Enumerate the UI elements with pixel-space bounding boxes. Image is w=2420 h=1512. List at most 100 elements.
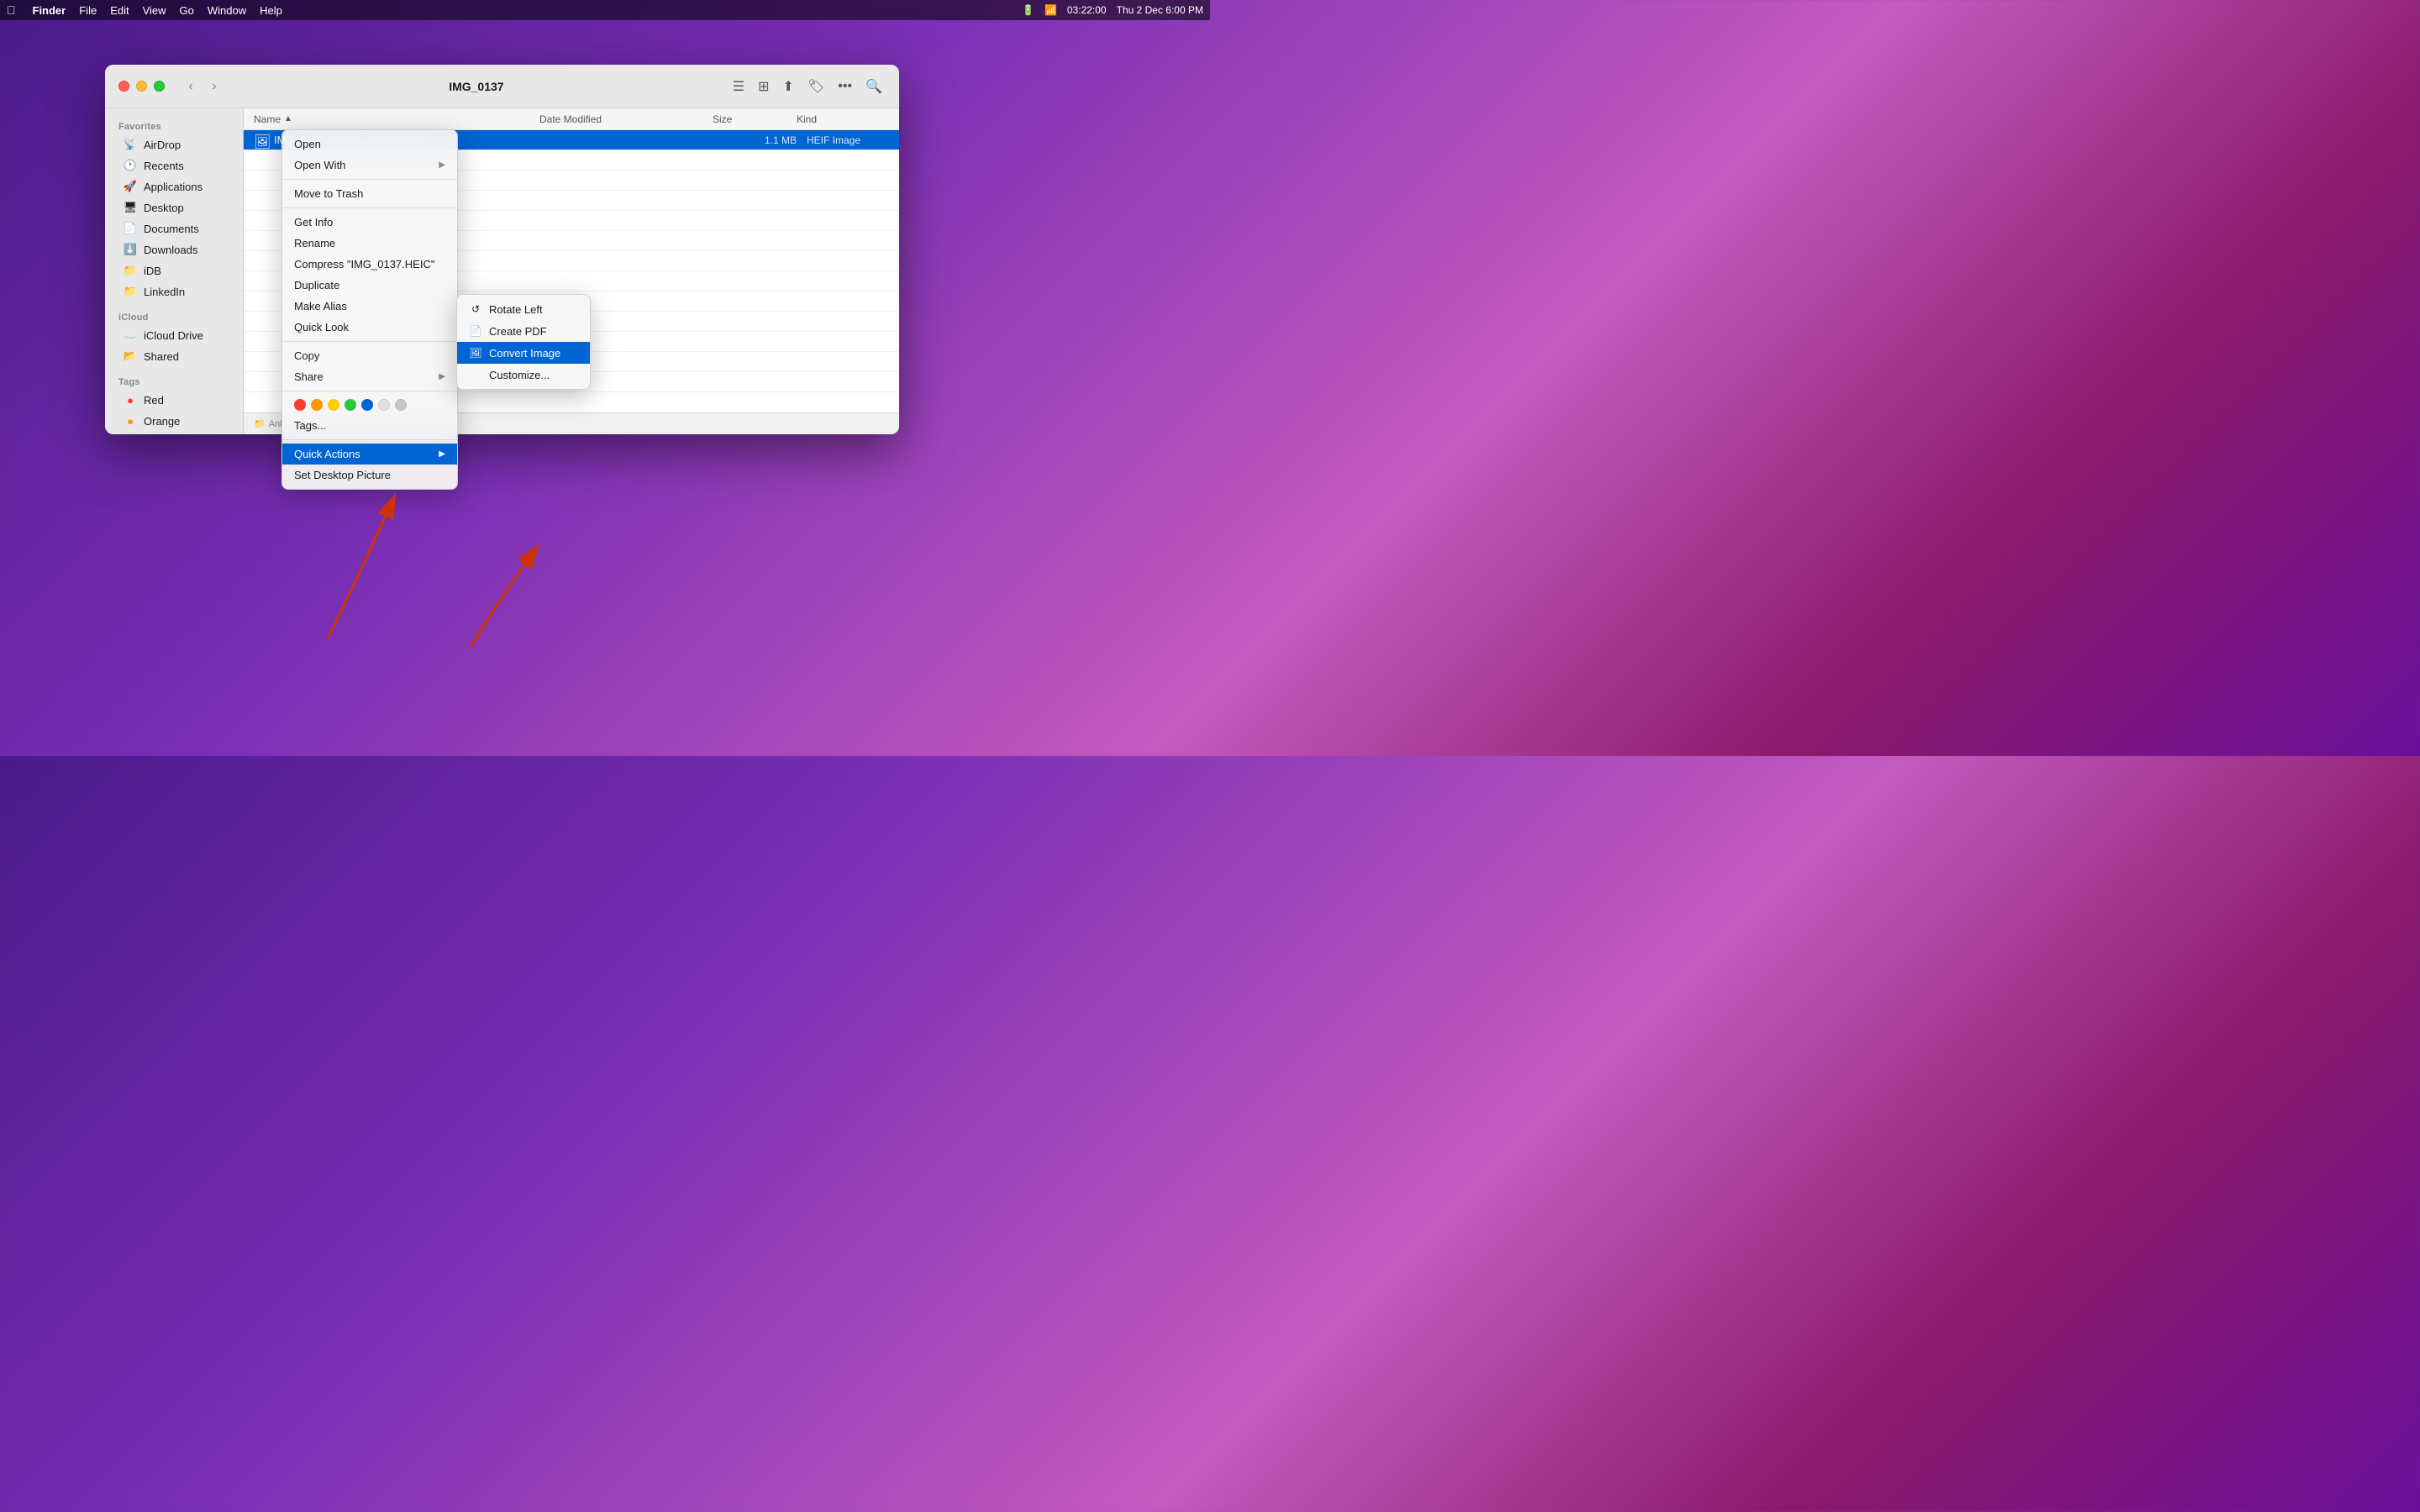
context-menu-set-desktop[interactable]: Set Desktop Picture (282, 465, 457, 486)
tag-yellow[interactable] (328, 399, 339, 411)
context-menu-separator (282, 179, 457, 180)
context-menu-open[interactable]: Open (282, 134, 457, 155)
sidebar-item-airdrop[interactable]: 📡 AirDrop (110, 134, 238, 155)
submenu-item-label: Customize... (489, 369, 550, 381)
icloud-section-title: iCloud (105, 309, 243, 324)
downloads-icon: ⬇️ (124, 243, 137, 256)
context-menu-make-alias[interactable]: Make Alias (282, 296, 457, 317)
context-menu-separator (282, 439, 457, 440)
list-view-button[interactable]: ☰ (729, 75, 748, 98)
context-menu-rename[interactable]: Rename (282, 233, 457, 254)
rotate-left-icon: ↺ (469, 302, 482, 316)
sidebar-item-icloud-drive[interactable]: ☁️ iCloud Drive (110, 325, 238, 345)
sidebar-item-applications[interactable]: 🚀 Applications (110, 176, 238, 197)
recents-icon: 🕐 (124, 159, 137, 172)
context-menu-separator (282, 341, 457, 342)
context-menu-open-with[interactable]: Open With ▶ (282, 155, 457, 176)
tag-darkgray[interactable] (395, 399, 407, 411)
documents-icon: 📄 (124, 222, 137, 235)
icloud-drive-icon: ☁️ (124, 328, 137, 342)
sidebar-item-idb[interactable]: 📁 iDB (110, 260, 238, 281)
sidebar-item-label: Red (144, 394, 164, 407)
sidebar-item-linkedin[interactable]: 📁 LinkedIn (110, 281, 238, 302)
shared-icon: 📂 (124, 349, 137, 363)
sidebar-item-desktop[interactable]: 🖥 Desktop (110, 197, 238, 218)
sidebar-item-label: Desktop (144, 202, 184, 214)
window-menu[interactable]: Window (208, 4, 246, 17)
submenu-customize[interactable]: Customize... (457, 364, 590, 386)
sidebar-item-orange-tag[interactable]: ● Orange (110, 411, 238, 431)
tag-button[interactable]: 🏷 (804, 75, 828, 98)
orange-tag-icon: ● (124, 414, 137, 428)
context-menu-copy[interactable]: Copy (282, 345, 457, 366)
toolbar-actions: ☰ ⊞ ⬆ 🏷 ••• 🔍 (729, 75, 886, 98)
sidebar-item-label: Documents (144, 223, 199, 235)
maximize-button[interactable] (154, 81, 165, 92)
context-menu-compress[interactable]: Compress "IMG_0137.HEIC" (282, 254, 457, 275)
context-menu-get-info[interactable]: Get Info (282, 212, 457, 233)
idb-icon: 📁 (124, 264, 137, 277)
size-column-header[interactable]: Size (713, 113, 797, 125)
sidebar-item-red-tag[interactable]: ● Red (110, 390, 238, 410)
red-tag-icon: ● (124, 393, 137, 407)
date-column-header[interactable]: Date Modified (539, 113, 713, 125)
submenu-item-label: Convert Image (489, 347, 560, 360)
share-button[interactable]: ⬆ (780, 75, 797, 98)
submenu-convert-image[interactable]: 🖼 Convert Image (457, 342, 590, 364)
kind-column-header[interactable]: Kind (797, 113, 889, 125)
customize-icon (469, 368, 482, 381)
tag-orange[interactable] (311, 399, 323, 411)
quick-actions-submenu: ↺ Rotate Left 📄 Create PDF 🖼 Convert Ima… (456, 294, 591, 390)
nav-buttons: ‹ › (182, 77, 224, 96)
context-menu-quick-look[interactable]: Quick Look (282, 317, 457, 338)
submenu-item-label: Create PDF (489, 325, 547, 338)
tag-green[interactable] (345, 399, 356, 411)
minimize-button[interactable] (136, 81, 147, 92)
search-button[interactable]: 🔍 (862, 75, 886, 98)
sidebar-item-shared[interactable]: 📂 Shared (110, 346, 238, 366)
tag-blue[interactable] (361, 399, 373, 411)
sidebar-item-label: iCloud Drive (144, 329, 203, 342)
sidebar-item-downloads[interactable]: ⬇️ Downloads (110, 239, 238, 260)
context-menu-quick-actions[interactable]: Quick Actions ▶ (282, 444, 457, 465)
context-menu-tags-more[interactable]: Tags... (282, 415, 457, 436)
finder-menu[interactable]: Finder (33, 4, 66, 17)
sidebar-item-recents[interactable]: 🕐 Recents (110, 155, 238, 176)
window-title: IMG_0137 (234, 80, 719, 93)
name-column-header[interactable]: Name ▲ (254, 113, 539, 125)
context-menu-move-trash[interactable]: Move to Trash (282, 183, 457, 204)
linkedin-icon: 📁 (124, 285, 137, 298)
apple-menu[interactable]:  (7, 3, 16, 17)
sidebar-item-label: Applications (144, 181, 203, 193)
help-menu[interactable]: Help (260, 4, 282, 17)
sidebar-item-label: Shared (144, 350, 179, 363)
file-kind: HEIF Image (797, 134, 889, 146)
submenu-rotate-left[interactable]: ↺ Rotate Left (457, 298, 590, 320)
close-button[interactable] (118, 81, 129, 92)
column-headers: Name ▲ Date Modified Size Kind (244, 108, 899, 130)
view-menu[interactable]: View (143, 4, 166, 17)
tag-red[interactable] (294, 399, 306, 411)
sidebar-item-documents[interactable]: 📄 Documents (110, 218, 238, 239)
grid-view-button[interactable]: ⊞ (755, 75, 772, 98)
go-menu[interactable]: Go (180, 4, 194, 17)
file-menu[interactable]: File (79, 4, 97, 17)
forward-button[interactable]: › (205, 77, 224, 96)
title-bar: ‹ › IMG_0137 ☰ ⊞ ⬆ 🏷 ••• 🔍 (105, 65, 899, 108)
submenu-arrow: ▶ (439, 449, 445, 459)
back-button[interactable]: ‹ (182, 77, 200, 96)
context-menu-share[interactable]: Share ▶ (282, 366, 457, 387)
submenu-create-pdf[interactable]: 📄 Create PDF (457, 320, 590, 342)
edit-menu[interactable]: Edit (110, 4, 129, 17)
desktop-icon: 🖥 (124, 201, 137, 214)
wifi-icon: 📶 (1044, 4, 1057, 16)
sidebar-item-label: LinkedIn (144, 286, 185, 298)
context-menu-duplicate[interactable]: Duplicate (282, 275, 457, 296)
more-button[interactable]: ••• (834, 76, 855, 97)
applications-icon: 🚀 (124, 180, 137, 193)
breadcrumb-folder-icon: 📁 (254, 418, 266, 429)
tag-gray[interactable] (378, 399, 390, 411)
file-size: 1.1 MB (713, 134, 797, 146)
context-menu-separator (282, 207, 457, 208)
context-menu: Open Open With ▶ Move to Trash Get Info … (281, 129, 458, 490)
